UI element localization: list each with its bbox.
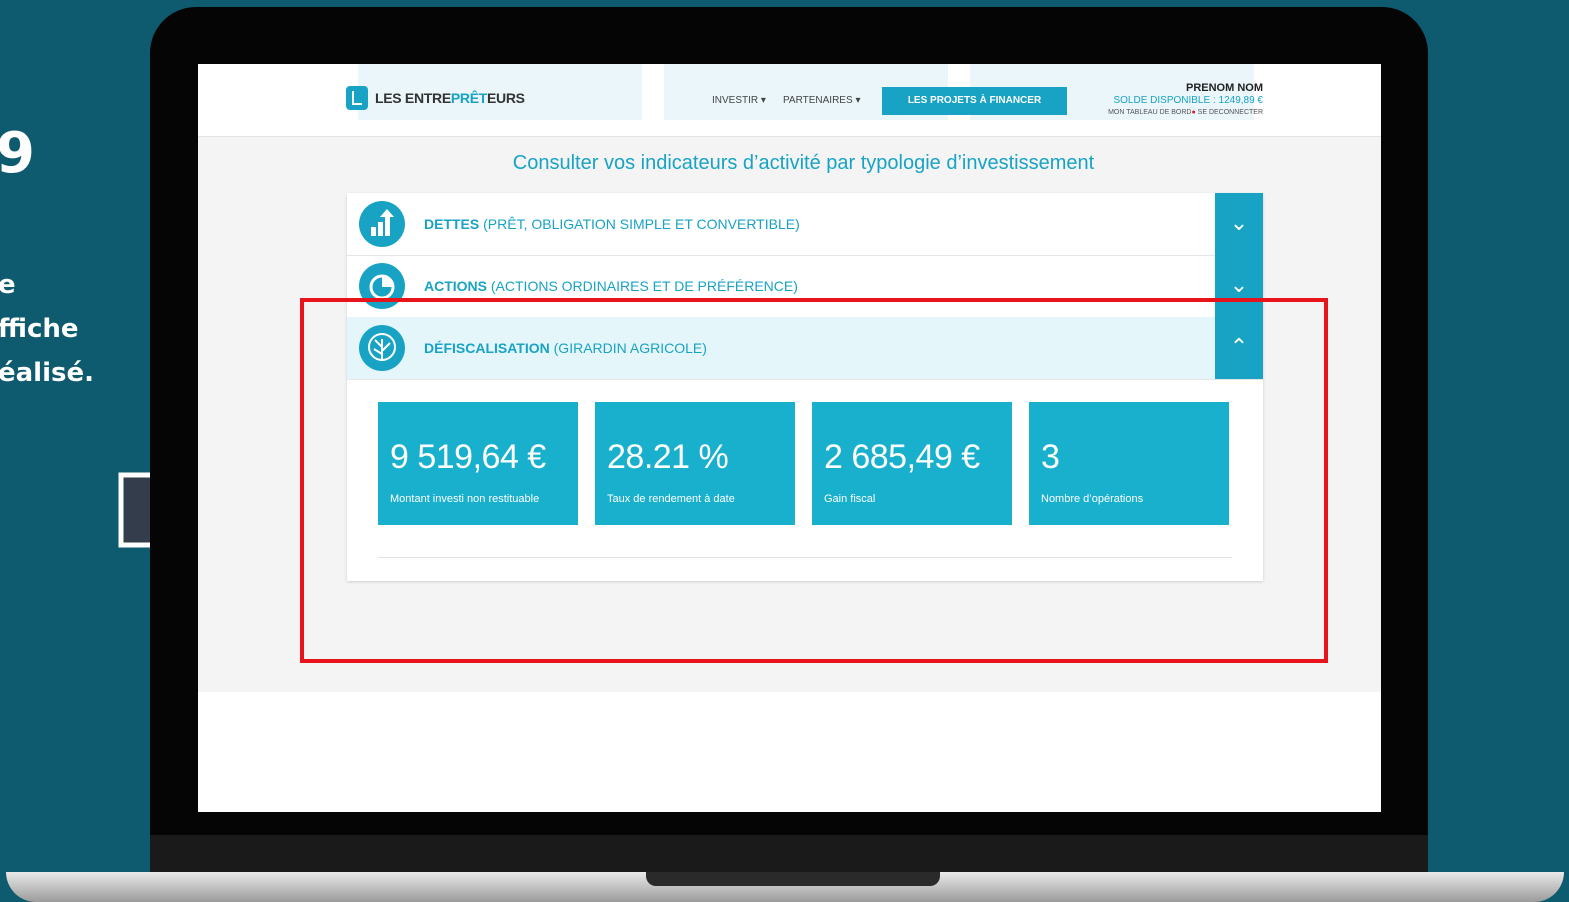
dashboard-link[interactable]: MON TABLEAU DE BORD (1108, 109, 1191, 116)
nav-partners[interactable]: PARTENAIRES ▾ (783, 95, 860, 106)
laptop-bezel (150, 835, 1428, 872)
category-subtitle: (PRÊT, OBLIGATION SIMPLE ET CONVERTIBLE) (479, 216, 800, 232)
step-number: 9 (0, 121, 35, 186)
laptop-notch (646, 872, 940, 886)
nav-invest[interactable]: INVESTIR ▾ (712, 95, 766, 106)
page-title: Consulter vos indicateurs d’activité par… (512, 152, 1095, 174)
category-title: DETTES (424, 216, 480, 232)
caption-line-3: éalisé. (0, 358, 94, 388)
top-header: LES ENTREPRÊTEURS INVESTIR ▾ PARTENAIRES… (198, 64, 1381, 137)
projects-button[interactable]: LES PROJETS À FINANCER (882, 87, 1067, 115)
highlight-box (300, 298, 1328, 663)
caret-down-icon: ▾ (760, 95, 766, 106)
category-row-debts[interactable]: DETTES (PRÊT, OBLIGATION SIMPLE ET CONVE… (347, 193, 1263, 256)
logout-link[interactable]: SE DECONNECTER (1198, 109, 1263, 116)
category-title: ACTIONS (424, 278, 487, 294)
category-subtitle: (ACTIONS ORDINAIRES ET DE PRÉFÉRENCE) (487, 278, 798, 294)
caption-line-2: ffiche (0, 314, 79, 344)
caret-down-icon: ▾ (855, 95, 861, 106)
growth-chart-icon (359, 201, 405, 247)
user-links: MON TABLEAU DE BORD● SE DECONNECTER (1108, 109, 1263, 116)
user-name: PRENOM NOM (1186, 82, 1263, 94)
brand-logo[interactable]: LES ENTREPRÊTEURS (346, 86, 525, 110)
balance: SOLDE DISPONIBLE : 1249,89 € (1113, 95, 1263, 106)
caption-line-1: e (0, 270, 16, 300)
logo-icon (346, 86, 368, 110)
chevron-down-icon[interactable]: ⌄ (1215, 193, 1263, 255)
notification-dot-icon: ● (1191, 109, 1196, 116)
